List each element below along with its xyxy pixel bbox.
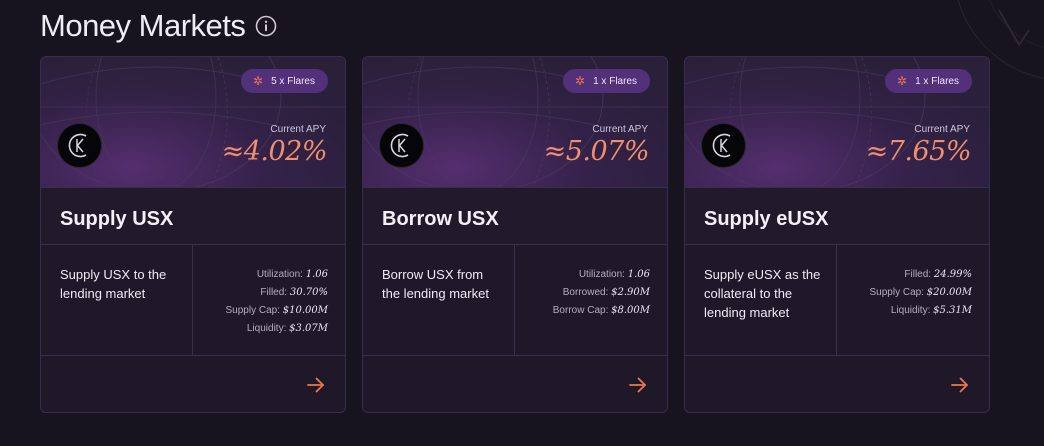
stat-row: Liquidity: $3.07M [193, 320, 328, 338]
card-body: Supply USX to the lending market Utiliza… [41, 245, 345, 356]
apy-value: ≈5.07% [543, 136, 650, 167]
stat-label: Utilization: [256, 269, 303, 280]
card-body: Supply eUSX as the collateral to the len… [685, 245, 989, 356]
market-card[interactable]: ✲ 1 x Flares Current APY ≈5.07% Borrow U… [362, 56, 668, 413]
flare-badge: ✲ 1 x Flares [563, 69, 650, 93]
card-title-row: Borrow USX [363, 187, 667, 245]
card-title-row: Supply eUSX [685, 187, 989, 245]
stat-label: Borrow Cap: [552, 305, 609, 316]
stat-label: Supply Cap: [869, 287, 924, 298]
stat-value: 24.99% [933, 269, 972, 280]
card-footer [363, 356, 667, 412]
stat-label: Liquidity: [246, 323, 287, 334]
card-description: Supply USX to the lending market [41, 245, 193, 355]
token-logo-icon [380, 124, 423, 167]
arrow-right-icon[interactable] [950, 375, 970, 395]
arrow-right-icon[interactable] [628, 375, 648, 395]
stat-row: Filled: 30.70% [193, 284, 328, 302]
stat-row: Supply Cap: $10.00M [193, 302, 329, 320]
market-card[interactable]: ✲ 1 x Flares Current APY ≈7.65% Supply e… [684, 56, 990, 413]
arrow-right-icon[interactable] [306, 375, 326, 395]
stat-row: Supply Cap: $20.00M [837, 284, 973, 302]
card-header: ✲ 1 x Flares Current APY ≈5.07% [363, 57, 667, 187]
stat-row: Utilization: 1.06 [193, 266, 328, 284]
flare-badge: ✲ 5 x Flares [241, 69, 328, 93]
token-logo-icon [702, 124, 745, 167]
card-title: Supply USX [60, 208, 174, 230]
stat-value: $10.00M [282, 305, 328, 316]
stat-value: 30.70% [289, 287, 328, 298]
apy-value: ≈7.65% [865, 136, 972, 167]
apy-label: Current APY [914, 124, 970, 135]
card-description: Supply eUSX as the collateral to the len… [685, 245, 837, 355]
card-stats: Filled: 24.99% Supply Cap: $20.00M Liquidi… [837, 245, 989, 355]
stat-value: 1.06 [305, 269, 328, 280]
card-footer [41, 356, 345, 412]
stat-value: $5.31M [933, 305, 972, 316]
stat-value: $8.00M [611, 305, 650, 316]
card-header: ✲ 1 x Flares Current APY ≈7.65% [685, 57, 989, 187]
apy-label: Current APY [592, 124, 648, 135]
apy-value: ≈4.02% [221, 136, 328, 167]
flare-badge: ✲ 1 x Flares [885, 69, 972, 93]
stat-row: Utilization: 1.06 [515, 266, 650, 284]
apy-label: Current APY [270, 124, 326, 135]
flare-badge-label: 5 x Flares [271, 75, 315, 87]
flare-icon: ✲ [897, 74, 908, 88]
card-header: ✲ 5 x Flares Current APY ≈4.02% [41, 57, 345, 187]
stat-label: Filled: [904, 269, 932, 280]
card-footer [685, 356, 989, 412]
stat-value: $3.07M [289, 323, 328, 334]
page-title: Money Markets [40, 8, 246, 43]
stat-row: Liquidity: $5.31M [837, 302, 972, 320]
flare-badge-label: 1 x Flares [593, 75, 637, 87]
stat-label: Supply Cap: [225, 305, 280, 316]
flare-icon: ✲ [253, 74, 264, 88]
stat-row: Filled: 24.99% [837, 266, 972, 284]
stat-row: Borrow Cap: $8.00M [515, 302, 650, 320]
card-title: Borrow USX [382, 208, 499, 230]
card-body: Borrow USX from the lending market Utili… [363, 245, 667, 356]
stat-value: $20.00M [926, 287, 972, 298]
stat-value: 1.06 [627, 269, 650, 280]
flare-icon: ✲ [575, 74, 586, 88]
flare-badge-label: 1 x Flares [915, 75, 959, 87]
info-circle-icon[interactable] [255, 15, 277, 37]
stat-row: Borrowed: $2.90M [515, 284, 650, 302]
market-card[interactable]: ✲ 5 x Flares Current APY ≈4.02% Supply U… [40, 56, 346, 413]
card-description: Borrow USX from the lending market [363, 245, 515, 355]
stat-label: Filled: [260, 287, 288, 298]
card-stats: Utilization: 1.06 Filled: 30.70% Supply Ca… [193, 245, 345, 355]
page-header: Money Markets [40, 8, 277, 44]
card-title: Supply eUSX [704, 208, 829, 230]
card-stats: Utilization: 1.06 Borrowed: $2.90M Borrow … [515, 245, 667, 355]
token-logo-icon [58, 124, 101, 167]
stat-label: Liquidity: [890, 305, 931, 316]
stat-value: $2.90M [611, 287, 650, 298]
market-cards: ✲ 5 x Flares Current APY ≈4.02% Supply U… [40, 56, 990, 413]
stat-label: Borrowed: [562, 287, 609, 298]
card-title-row: Supply USX [41, 187, 345, 245]
stat-label: Utilization: [578, 269, 625, 280]
